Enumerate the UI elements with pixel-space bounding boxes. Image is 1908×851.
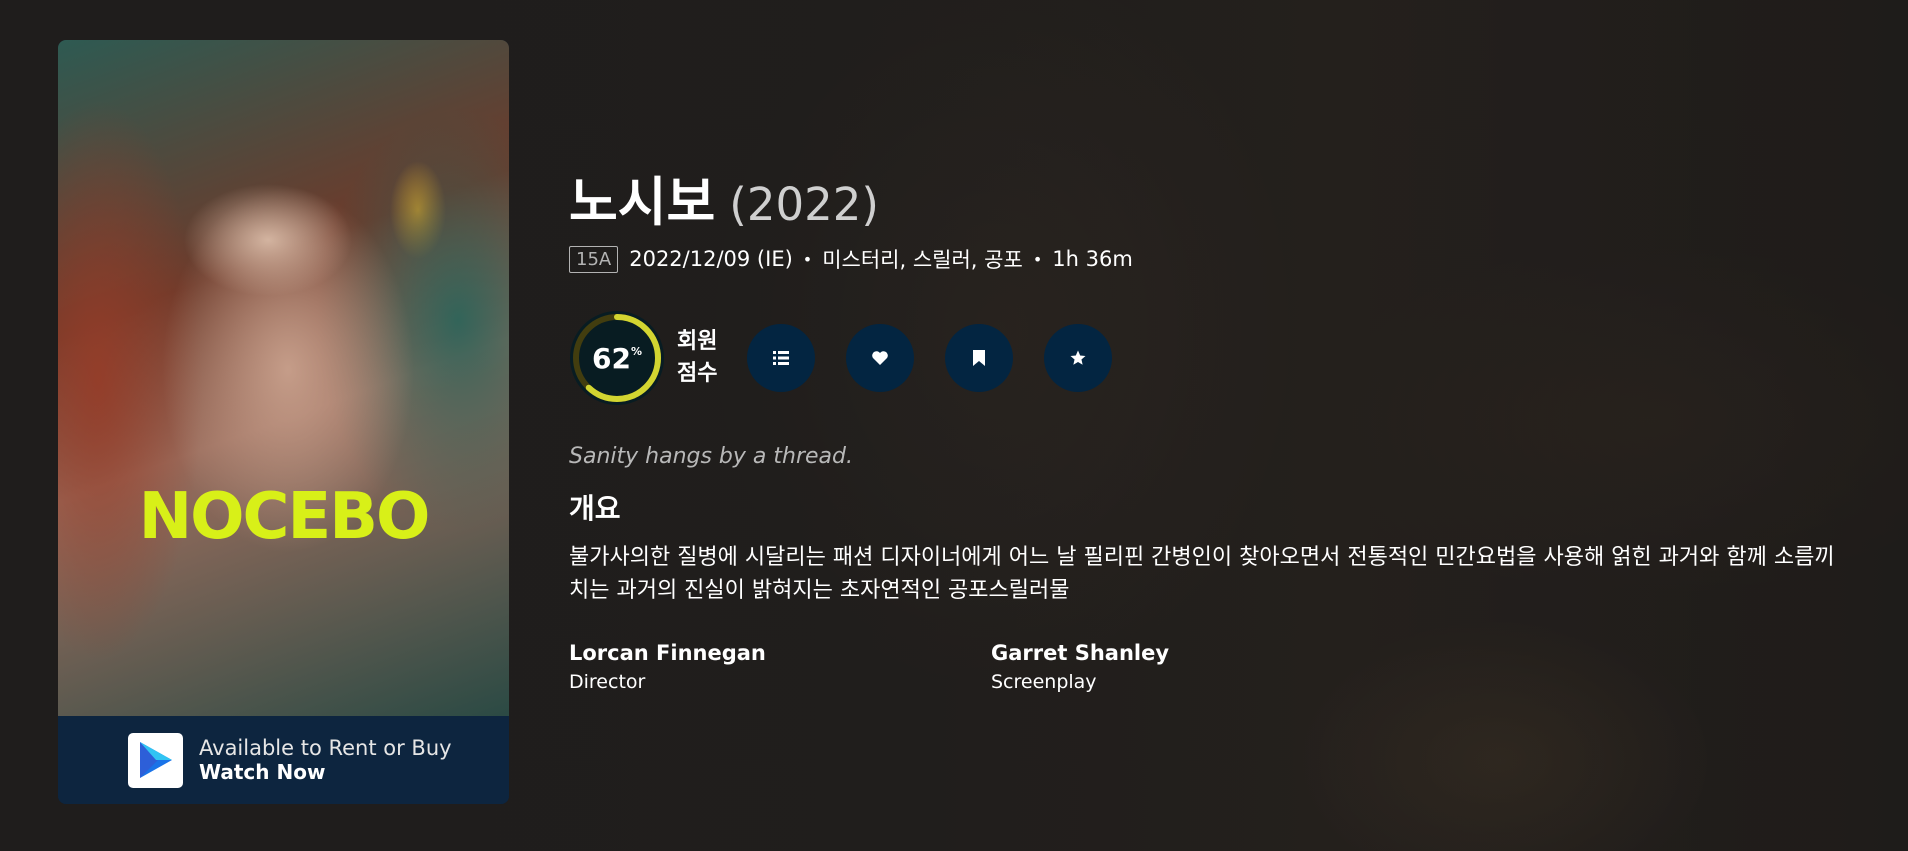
crew-role: Director xyxy=(569,671,646,693)
poster-title-text: NOCEBO xyxy=(138,480,431,554)
score-label: 회원 점수 xyxy=(677,326,717,390)
separator-dot: • xyxy=(1032,249,1043,269)
rate-button[interactable] xyxy=(1044,324,1113,392)
poster-image[interactable]: NOCEBO xyxy=(58,40,509,716)
movie-year: (2022) xyxy=(729,178,879,231)
title-row: 노시보 (2022) xyxy=(569,160,1869,236)
poster-card: NOCEBO Available to Rent or Buy Watch No… xyxy=(58,40,509,804)
user-score-ring[interactable]: 62% xyxy=(569,310,665,406)
crew-name[interactable]: Lorcan Finnegan xyxy=(569,641,991,665)
crew-name[interactable]: Garret Shanley xyxy=(991,641,1413,665)
crew-item: Lorcan Finnegan Director xyxy=(569,641,991,693)
provider-logo xyxy=(128,732,183,788)
watch-now-bar[interactable]: Available to Rent or Buy Watch Now xyxy=(58,716,509,804)
score-unit: % xyxy=(630,344,642,358)
facts-row: 15A 2022/12/09 (IE) • 미스터리, 스릴러, 공포 • 1h… xyxy=(569,244,1869,274)
watch-availability: Available to Rent or Buy xyxy=(199,736,452,760)
score-label-line1: 회원 xyxy=(677,329,718,354)
certification-badge: 15A xyxy=(569,245,619,273)
bookmark-icon xyxy=(973,350,986,366)
score-value: 62% xyxy=(569,310,665,406)
add-to-list-button[interactable] xyxy=(747,324,816,392)
score-number: 62 xyxy=(592,341,631,375)
list-icon xyxy=(773,351,790,365)
score-label-line2: 점수 xyxy=(677,361,718,386)
crew-role: Screenplay xyxy=(991,671,1097,693)
heart-icon xyxy=(872,351,889,365)
actions-row: 62% 회원 점수 xyxy=(569,310,1869,406)
star-icon xyxy=(1070,350,1086,365)
watch-now-link[interactable]: Watch Now xyxy=(199,760,452,784)
release-date: 2022/12/09 (IE) xyxy=(629,247,793,271)
overview-text: 불가사의한 질병에 시달리는 패션 디자이너에게 어느 날 필리핀 간병인이 찾… xyxy=(569,545,1835,603)
runtime: 1h 36m xyxy=(1052,247,1133,271)
play-icon xyxy=(139,742,172,778)
overview-heading: 개요 xyxy=(569,492,621,525)
genres[interactable]: 미스터리, 스릴러, 공포 xyxy=(822,244,1023,274)
watch-text: Available to Rent or Buy Watch Now xyxy=(199,736,452,784)
crew-item: Garret Shanley Screenplay xyxy=(991,641,1413,693)
tagline: Sanity hangs by a thread. xyxy=(569,444,853,469)
watchlist-button[interactable] xyxy=(945,324,1014,392)
movie-info: 노시보 (2022) 15A 2022/12/09 (IE) • 미스터리, 스… xyxy=(569,160,1869,693)
separator-dot: • xyxy=(802,249,813,269)
movie-title[interactable]: 노시보 xyxy=(569,160,715,236)
crew-list: Lorcan Finnegan Director Garret Shanley … xyxy=(569,641,1869,693)
favorite-button[interactable] xyxy=(846,324,915,392)
